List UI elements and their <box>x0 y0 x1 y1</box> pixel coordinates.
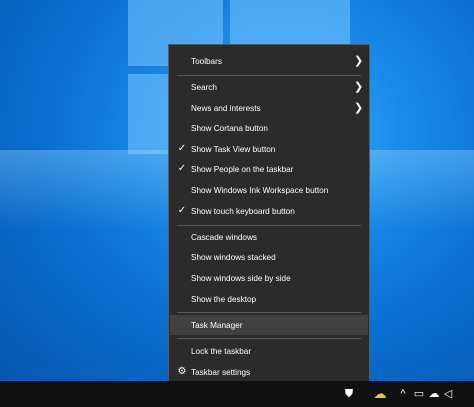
menu-item-label: Show Cortana button <box>191 123 268 133</box>
menu-item-label: Task Manager <box>191 320 243 330</box>
chevron-up-icon[interactable]: ^ <box>398 386 408 402</box>
menu-item-toolbars[interactable]: Toolbars ❯ <box>170 51 368 71</box>
menu-item-show-task-view-button[interactable]: ✓ Show Task View button <box>170 139 368 159</box>
menu-item-label: Show Task View button <box>191 144 276 154</box>
menu-item-label: Lock the taskbar <box>191 346 252 356</box>
menu-item-label: Show touch keyboard button <box>191 206 295 216</box>
menu-item-show-the-desktop[interactable]: Show the desktop <box>170 289 368 309</box>
checkmark-icon: ✓ <box>177 143 187 154</box>
menu-item-show-people[interactable]: ✓ Show People on the taskbar <box>170 159 368 179</box>
menu-item-label: Show the desktop <box>191 294 257 304</box>
onedrive-icon[interactable]: ☁ <box>428 386 440 402</box>
menu-item-label: Cascade windows <box>191 232 257 242</box>
volume-icon[interactable]: ◁ <box>443 386 453 402</box>
people-icon[interactable]: ⛊ <box>343 386 355 402</box>
menu-item-show-cortana-button[interactable]: Show Cortana button <box>170 118 368 138</box>
menu-item-taskbar-settings[interactable]: ⚙ Taskbar settings <box>170 362 368 382</box>
menu-item-show-touch-keyboard[interactable]: ✓ Show touch keyboard button <box>170 201 368 221</box>
checkmark-icon: ✓ <box>177 163 187 174</box>
menu-item-label: Taskbar settings <box>191 367 251 377</box>
separator <box>177 338 361 339</box>
menu-item-show-ink-workspace[interactable]: Show Windows Ink Workspace button <box>170 180 368 200</box>
menu-item-show-windows-side-by-side[interactable]: Show windows side by side <box>170 268 368 288</box>
checkmark-icon: ✓ <box>177 205 187 216</box>
menu-item-label: Toolbars <box>191 56 222 66</box>
menu-item-cascade-windows[interactable]: Cascade windows <box>170 227 368 247</box>
menu-item-news-and-interests[interactable]: News and interests ❯ <box>170 98 368 118</box>
menu-item-label: Show windows stacked <box>191 252 276 262</box>
weather-icon[interactable]: ☁ <box>372 386 388 402</box>
menu-item-label: Show People on the taskbar <box>191 164 294 174</box>
menu-item-task-manager[interactable]: Task Manager <box>170 315 368 335</box>
menu-item-label: Show windows side by side <box>191 273 291 283</box>
taskbar: ⛊ ☁ ^ ▭ ☁ ◁ <box>0 381 474 407</box>
chevron-right-icon: ❯ <box>354 81 364 93</box>
menu-item-show-windows-stacked[interactable]: Show windows stacked <box>170 247 368 267</box>
chevron-right-icon: ❯ <box>354 55 364 67</box>
separator <box>177 312 361 313</box>
separator <box>177 225 361 226</box>
menu-item-search[interactable]: Search ❯ <box>170 77 368 97</box>
gear-icon: ⚙ <box>177 366 187 377</box>
menu-item-label: Search <box>191 82 217 92</box>
menu-item-label: Show Windows Ink Workspace button <box>191 185 329 195</box>
chevron-right-icon: ❯ <box>354 102 364 114</box>
taskbar-context-menu: Toolbars ❯ Search ❯ News and interests ❯… <box>168 44 370 385</box>
separator <box>177 75 361 76</box>
network-icon[interactable]: ▭ <box>413 386 425 402</box>
menu-item-lock-the-taskbar[interactable]: Lock the taskbar <box>170 341 368 361</box>
menu-item-label: News and interests <box>191 103 261 113</box>
